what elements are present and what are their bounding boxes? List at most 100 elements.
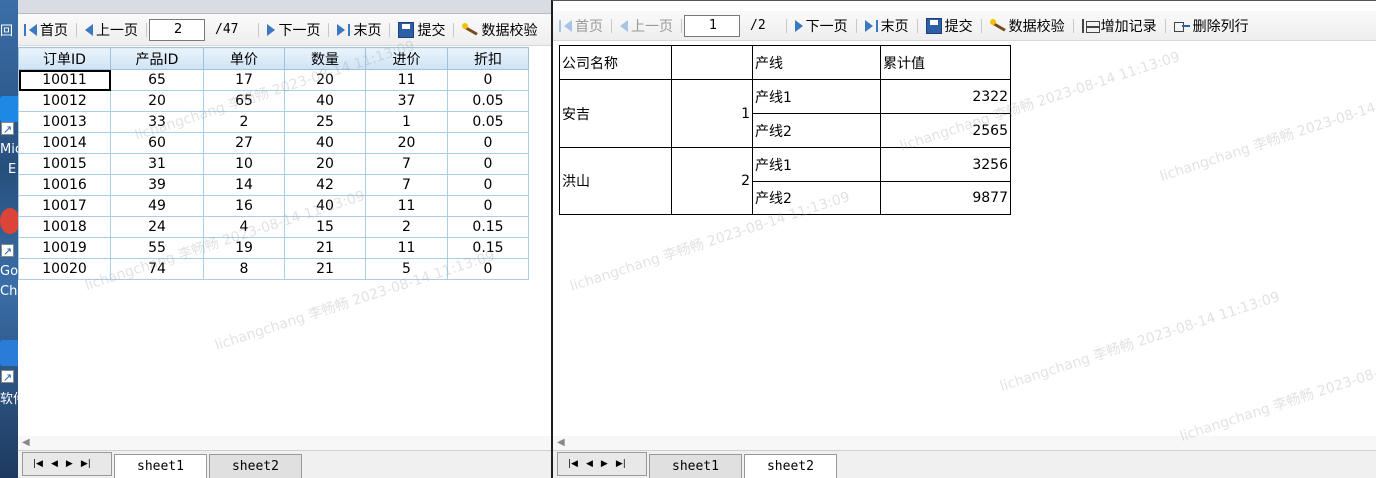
next-sheet-icon[interactable]: ▶ [66, 459, 73, 469]
total-cell[interactable]: 9877 [880, 181, 1011, 215]
table-cell[interactable]: 20 [284, 69, 366, 91]
table-cell[interactable]: 10019 [18, 237, 111, 259]
table-cell[interactable]: 27 [203, 132, 285, 154]
prev-page-button[interactable]: 上一页 [614, 16, 679, 36]
table-cell[interactable]: 10016 [18, 174, 111, 196]
table-cell[interactable]: 20 [365, 132, 448, 154]
table-cell[interactable]: 40 [284, 90, 366, 112]
last-page-button[interactable]: 末页 [331, 20, 387, 40]
table-cell[interactable]: 7 [365, 174, 448, 196]
table-cell[interactable]: 5 [365, 258, 448, 280]
table-cell[interactable]: 7 [365, 153, 448, 175]
tab-sheet1[interactable]: sheet1 [114, 454, 207, 478]
submit-button[interactable]: 提交 [920, 16, 979, 36]
table-cell[interactable]: 42 [284, 174, 366, 196]
scroll-left-icon[interactable]: ◀ [22, 437, 30, 448]
table-cell[interactable]: 0.15 [447, 216, 529, 238]
table-cell[interactable]: 10015 [18, 153, 111, 175]
table-cell[interactable]: 14 [203, 174, 285, 196]
table-cell[interactable]: 40 [284, 132, 366, 154]
total-cell[interactable]: 3256 [880, 147, 1011, 182]
column-header[interactable]: 折扣 [447, 47, 529, 70]
tab-sheet2[interactable]: sheet2 [743, 454, 837, 478]
line-cell[interactable]: 产线1 [752, 79, 881, 114]
last-page-button[interactable]: 末页 [859, 16, 915, 36]
first-page-button[interactable]: 首页 [553, 16, 609, 36]
table-cell[interactable]: 74 [110, 258, 204, 280]
table-cell[interactable]: 16 [203, 195, 285, 217]
company-cell[interactable]: 洪山 [559, 147, 672, 215]
table-cell[interactable]: 1 [365, 111, 448, 133]
desktop-app-icon[interactable] [0, 96, 20, 122]
total-cell[interactable]: 2565 [880, 113, 1011, 148]
table-cell[interactable]: 10017 [18, 195, 111, 217]
table-cell[interactable]: 0.05 [447, 111, 529, 133]
line-cell[interactable]: 产线2 [752, 113, 881, 148]
table-cell[interactable]: 10013 [18, 111, 111, 133]
column-header[interactable]: 公司名称 [559, 45, 672, 80]
table-cell[interactable]: 8 [203, 258, 285, 280]
table-cell[interactable]: 39 [110, 174, 204, 196]
last-sheet-icon[interactable]: ▶| [81, 459, 91, 469]
table-cell[interactable]: 33 [110, 111, 204, 133]
validate-button[interactable]: 数据校验 [984, 16, 1071, 36]
column-header[interactable]: 累计值 [880, 45, 1011, 80]
table-cell[interactable]: 25 [284, 111, 366, 133]
table-cell[interactable]: 2 [365, 216, 448, 238]
table-cell[interactable]: 11 [365, 237, 448, 259]
table-cell[interactable]: 0 [447, 153, 529, 175]
last-sheet-icon[interactable]: ▶| [616, 459, 626, 469]
column-header[interactable]: 产线 [752, 45, 881, 80]
column-header[interactable]: 单价 [203, 47, 285, 70]
table-cell[interactable]: 19 [203, 237, 285, 259]
table-cell[interactable]: 10012 [18, 90, 111, 112]
prev-sheet-icon[interactable]: ◀ [51, 459, 58, 469]
table-cell[interactable]: 0 [447, 132, 529, 154]
next-page-button[interactable]: 下一页 [261, 20, 326, 40]
page-number-input[interactable]: 1 [684, 14, 740, 37]
table-cell[interactable]: 20 [110, 90, 204, 112]
prev-page-button[interactable]: 上一页 [79, 20, 144, 40]
line-cell[interactable]: 产线2 [752, 181, 881, 215]
scroll-left-icon[interactable]: ◀ [557, 437, 565, 448]
line-cell[interactable]: 产线1 [752, 147, 881, 182]
table-cell[interactable]: 65 [110, 69, 204, 91]
table-cell[interactable]: 0 [447, 195, 529, 217]
table-cell[interactable]: 10014 [18, 132, 111, 154]
table-cell[interactable]: 0.15 [447, 237, 529, 259]
table-cell[interactable]: 49 [110, 195, 204, 217]
first-sheet-icon[interactable]: |◀ [33, 459, 43, 469]
index-cell[interactable]: 2 [671, 147, 753, 215]
software-icon[interactable] [0, 340, 20, 366]
column-header[interactable] [671, 45, 753, 80]
table-cell[interactable]: 20 [284, 153, 366, 175]
table-cell[interactable]: 40 [284, 195, 366, 217]
table-cell[interactable]: 0.05 [447, 90, 529, 112]
horizontal-scrollbar[interactable]: ◀ [18, 436, 555, 450]
index-cell[interactable]: 1 [671, 79, 753, 148]
page-number-input[interactable]: 2 [149, 18, 205, 41]
table-cell[interactable]: 37 [365, 90, 448, 112]
delete-row-button[interactable]: 删除列行 [1168, 16, 1255, 36]
validate-button[interactable]: 数据校验 [456, 20, 543, 40]
column-header[interactable]: 进价 [365, 47, 448, 70]
total-cell[interactable]: 2322 [880, 79, 1011, 114]
prev-sheet-icon[interactable]: ◀ [586, 459, 593, 469]
horizontal-scrollbar[interactable]: ◀ [553, 436, 1376, 450]
table-cell[interactable]: 11 [365, 69, 448, 91]
tab-sheet2[interactable]: sheet2 [208, 454, 302, 478]
next-sheet-icon[interactable]: ▶ [601, 459, 608, 469]
table-cell[interactable]: 21 [284, 237, 366, 259]
first-page-button[interactable]: 首页 [18, 20, 74, 40]
column-header[interactable]: 产品ID [110, 47, 204, 70]
table-cell[interactable]: 10 [203, 153, 285, 175]
add-record-button[interactable]: 增加记录 [1076, 16, 1163, 36]
table-cell[interactable]: 0 [447, 258, 529, 280]
table-cell[interactable]: 60 [110, 132, 204, 154]
company-cell[interactable]: 安吉 [559, 79, 672, 148]
table-cell[interactable]: 31 [110, 153, 204, 175]
submit-button[interactable]: 提交 [392, 20, 451, 40]
table-cell[interactable]: 15 [284, 216, 366, 238]
table-cell[interactable]: 24 [110, 216, 204, 238]
table-cell[interactable]: 10011 [18, 69, 111, 91]
